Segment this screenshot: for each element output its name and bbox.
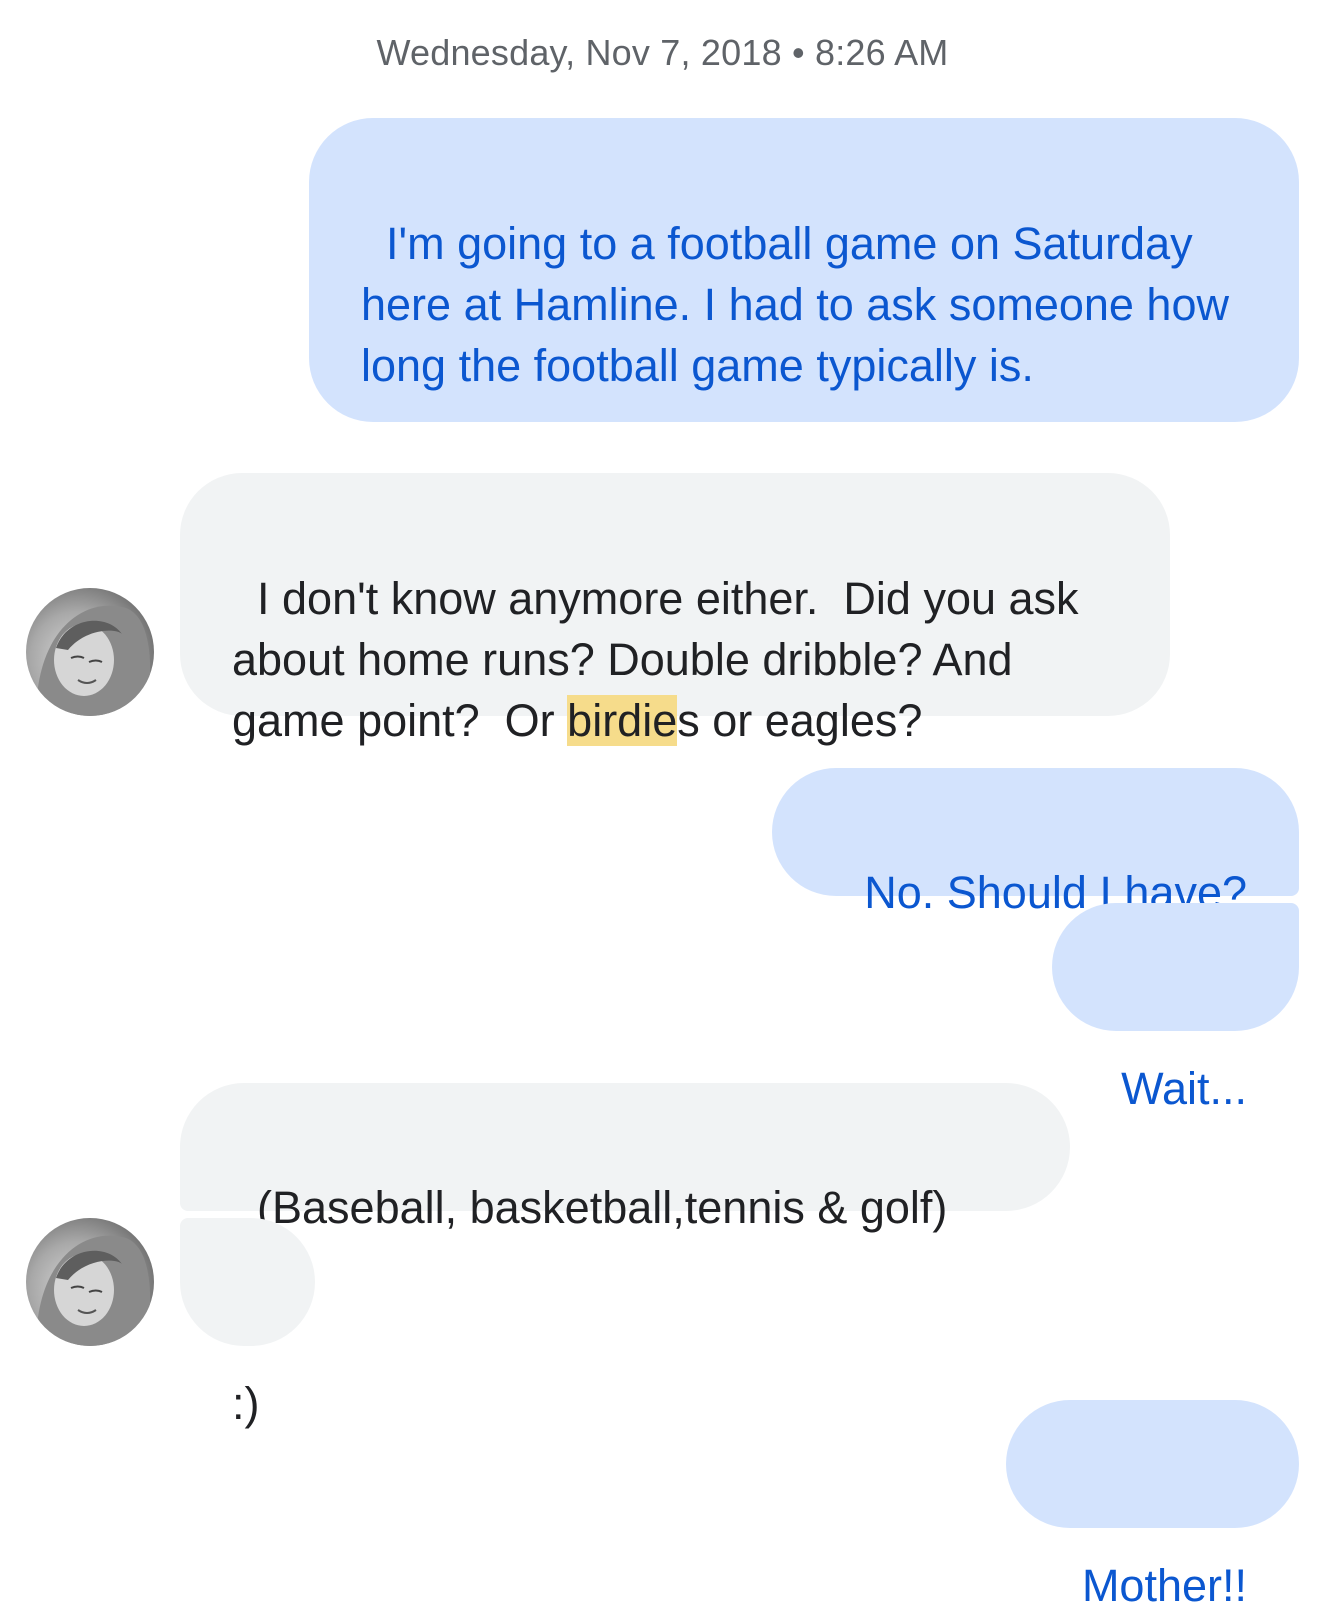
message-text: (Baseball, basketball,tennis & golf) bbox=[257, 1182, 948, 1233]
message-text: I'm going to a football game on Saturday… bbox=[361, 218, 1242, 391]
message-text: Mother!! bbox=[1081, 1560, 1247, 1611]
message-bubble-outgoing[interactable]: Mother!! bbox=[1006, 1400, 1299, 1611]
highlighted-word[interactable]: birdie bbox=[567, 695, 678, 746]
conversation-timestamp: Wednesday, Nov 7, 2018 • 8:26 AM bbox=[376, 32, 949, 73]
message-text-tail: s or eagles? bbox=[677, 695, 923, 746]
message-bubble-incoming[interactable]: (Baseball, basketball,tennis & golf) bbox=[180, 1083, 1070, 1233]
message-text: Wait... bbox=[1121, 1063, 1247, 1114]
message-bubble-outgoing[interactable]: No. Should I have? bbox=[772, 768, 1299, 918]
message-bubble-incoming[interactable]: :) bbox=[180, 1218, 315, 1429]
message-text: :) bbox=[232, 1378, 260, 1429]
contact-photo-icon bbox=[36, 605, 151, 716]
contact-photo-icon bbox=[36, 1235, 151, 1346]
message-bubble-outgoing[interactable]: I'm going to a football game on Saturday… bbox=[309, 118, 1299, 422]
message-bubble-incoming[interactable]: I don't know anymore either. Did you ask… bbox=[180, 473, 1170, 746]
contact-avatar[interactable] bbox=[26, 588, 154, 716]
message-bubble-outgoing[interactable]: Wait... bbox=[1052, 903, 1299, 1114]
contact-avatar[interactable] bbox=[26, 1218, 154, 1346]
